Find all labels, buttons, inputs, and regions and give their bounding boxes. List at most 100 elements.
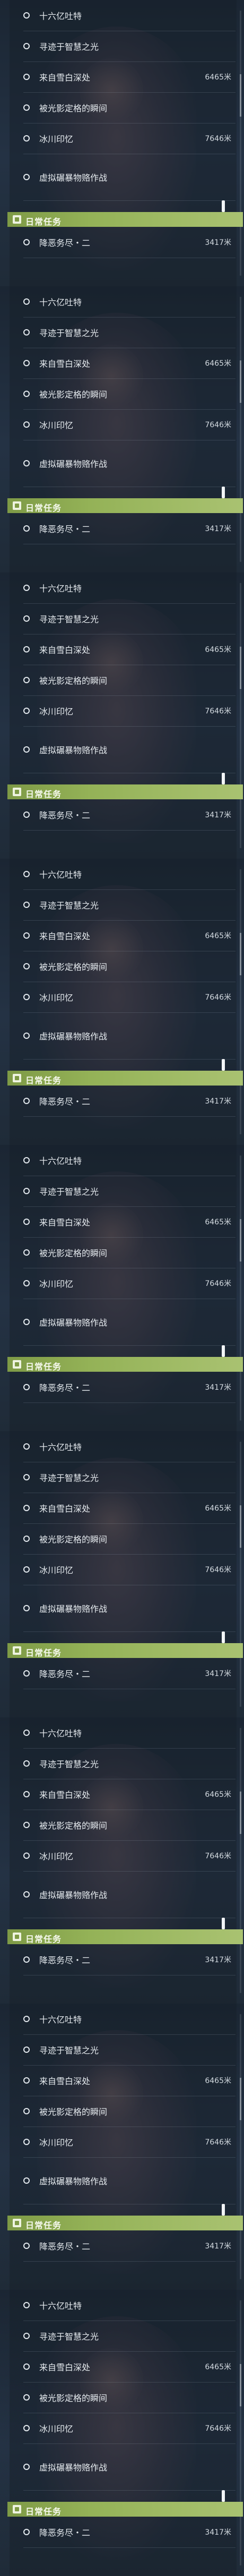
radio-circle-icon[interactable] (23, 460, 30, 466)
radio-circle-icon[interactable] (23, 391, 30, 397)
quest-row[interactable]: 虚拟碾暴物赂作战 (23, 1585, 236, 1632)
radio-circle-icon[interactable] (23, 646, 30, 652)
radio-circle-icon[interactable] (23, 2046, 30, 2053)
scrollbar-thumb[interactable] (240, 74, 241, 117)
scrollbar[interactable] (240, 2300, 241, 2565)
radio-circle-icon[interactable] (23, 1670, 30, 1677)
radio-circle-icon[interactable] (23, 1319, 30, 1325)
scrollbar[interactable] (240, 297, 241, 562)
scrollbar-thumb[interactable] (240, 1505, 241, 1548)
radio-circle-icon[interactable] (23, 1033, 30, 1039)
quest-row[interactable]: 寻迹于智慧之光 (23, 1176, 236, 1207)
quest-row[interactable]: 来自雪白深处 6465米 (23, 634, 236, 665)
quest-row[interactable]: 被光影定格的瞬间 (23, 1523, 236, 1555)
scrollbar[interactable] (240, 583, 241, 848)
radio-circle-icon[interactable] (23, 1536, 30, 1542)
radio-circle-icon[interactable] (23, 421, 30, 428)
radio-circle-icon[interactable] (23, 2394, 30, 2401)
quest-row[interactable]: 冰川印忆 7646米 (23, 123, 236, 154)
daily-quest-row[interactable]: 降恶务尽・二 3417米 (23, 2230, 236, 2262)
daily-quest-row[interactable]: 降恶务尽・二 3417米 (23, 2517, 236, 2548)
quest-row[interactable]: 虚拟碾暴物赂作战 (23, 726, 236, 773)
quest-row[interactable]: 来自雪白深处 6465米 (23, 61, 236, 93)
daily-task-header[interactable]: 日常任务 (7, 2216, 243, 2230)
quest-row[interactable]: 虚拟碾暴物赂作战 (23, 1299, 236, 1346)
quest-row[interactable]: 来自雪白深处 6465米 (23, 920, 236, 951)
radio-circle-icon[interactable] (23, 104, 30, 111)
quest-row[interactable]: 十六亿吐特 (23, 0, 236, 31)
quest-row[interactable]: 虚拟碾暴物赂作战 (23, 154, 236, 201)
scrollbar-thumb[interactable] (240, 360, 241, 403)
radio-circle-icon[interactable] (23, 994, 30, 1000)
radio-circle-icon[interactable] (23, 1730, 30, 1736)
quest-row[interactable]: 被光影定格的瞬间 (23, 951, 236, 982)
radio-circle-icon[interactable] (23, 239, 30, 245)
quest-row[interactable]: 十六亿吐特 (23, 1717, 236, 1749)
scrollbar-thumb[interactable] (240, 2364, 241, 2406)
radio-circle-icon[interactable] (23, 74, 30, 80)
daily-quest-row[interactable]: 降恶务尽・二 3417米 (23, 1086, 236, 1117)
quest-row[interactable]: 冰川印忆 7646米 (23, 1554, 236, 1585)
radio-circle-icon[interactable] (23, 1280, 30, 1286)
radio-circle-icon[interactable] (23, 2333, 30, 2339)
quest-row[interactable]: 被光影定格的瞬间 (23, 665, 236, 696)
daily-task-header[interactable]: 日常任务 (7, 1929, 243, 1944)
radio-circle-icon[interactable] (23, 2302, 30, 2308)
radio-circle-icon[interactable] (23, 360, 30, 366)
radio-circle-icon[interactable] (23, 2077, 30, 2084)
quest-row[interactable]: 来自雪白深处 6465米 (23, 348, 236, 379)
radio-circle-icon[interactable] (23, 746, 30, 753)
radio-circle-icon[interactable] (23, 2529, 30, 2535)
radio-circle-icon[interactable] (23, 329, 30, 336)
radio-circle-icon[interactable] (23, 1956, 30, 1963)
scrollbar[interactable] (240, 1442, 241, 1707)
radio-circle-icon[interactable] (23, 1852, 30, 1859)
quest-row[interactable]: 冰川印忆 7646米 (23, 695, 236, 727)
daily-task-header[interactable]: 日常任务 (7, 1643, 243, 1658)
quest-row[interactable]: 寻迹于智慧之光 (23, 2321, 236, 2352)
daily-task-header[interactable]: 日常任务 (7, 1357, 243, 1372)
radio-circle-icon[interactable] (23, 963, 30, 969)
quest-row[interactable]: 寻迹于智慧之光 (23, 317, 236, 348)
scrollbar[interactable] (240, 1155, 241, 1421)
quest-row[interactable]: 被光影定格的瞬间 (23, 92, 236, 123)
quest-row[interactable]: 来自雪白深处 6465米 (23, 2351, 236, 2383)
radio-circle-icon[interactable] (23, 2464, 30, 2470)
radio-circle-icon[interactable] (23, 135, 30, 142)
quest-row[interactable]: 十六亿吐特 (23, 572, 236, 604)
quest-row[interactable]: 冰川印忆 7646米 (23, 2413, 236, 2444)
quest-row[interactable]: 十六亿吐特 (23, 286, 236, 317)
radio-circle-icon[interactable] (23, 585, 30, 591)
scrollbar-thumb[interactable] (240, 647, 241, 689)
radio-circle-icon[interactable] (23, 1791, 30, 1797)
radio-circle-icon[interactable] (23, 1249, 30, 1256)
radio-circle-icon[interactable] (23, 174, 30, 180)
daily-task-header[interactable]: 日常任务 (7, 498, 243, 513)
scrollbar-thumb[interactable] (240, 2078, 241, 2120)
daily-quest-row[interactable]: 降恶务尽・二 3417米 (23, 1658, 236, 1689)
quest-row[interactable]: 寻迹于智慧之光 (23, 889, 236, 921)
radio-circle-icon[interactable] (23, 2363, 30, 2370)
quest-row[interactable]: 虚拟碾暴物赂作战 (23, 440, 236, 487)
radio-circle-icon[interactable] (23, 1157, 30, 1163)
radio-circle-icon[interactable] (23, 2425, 30, 2431)
radio-circle-icon[interactable] (23, 1098, 30, 1104)
quest-row[interactable]: 被光影定格的瞬间 (23, 2382, 236, 2413)
quest-row[interactable]: 冰川印忆 7646米 (23, 2127, 236, 2158)
quest-row[interactable]: 虚拟碾暴物赂作战 (23, 2157, 236, 2204)
radio-circle-icon[interactable] (23, 708, 30, 714)
quest-row[interactable]: 被光影定格的瞬间 (23, 378, 236, 410)
daily-task-header[interactable]: 日常任务 (7, 212, 243, 227)
radio-circle-icon[interactable] (23, 2243, 30, 2249)
scrollbar[interactable] (240, 1728, 241, 1993)
quest-row[interactable]: 冰川印忆 7646米 (23, 982, 236, 1013)
scrollbar[interactable] (240, 869, 241, 1134)
scrollbar-thumb[interactable] (240, 1219, 241, 1261)
radio-circle-icon[interactable] (23, 1443, 30, 1450)
quest-row[interactable]: 寻迹于智慧之光 (23, 2034, 236, 2066)
quest-row[interactable]: 被光影定格的瞬间 (23, 1237, 236, 1268)
quest-row[interactable]: 被光影定格的瞬间 (23, 1810, 236, 1841)
radio-circle-icon[interactable] (23, 1566, 30, 1573)
radio-circle-icon[interactable] (23, 902, 30, 908)
quest-row[interactable]: 虚拟碾暴物赂作战 (23, 2443, 236, 2491)
